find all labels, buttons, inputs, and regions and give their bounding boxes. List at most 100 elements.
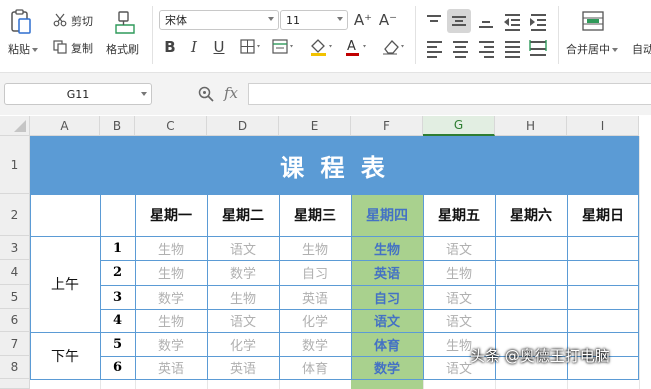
bold-button[interactable]: B xyxy=(161,37,179,57)
column-header-i[interactable]: I xyxy=(567,116,639,136)
table-border xyxy=(207,194,208,379)
column-header-e[interactable]: E xyxy=(279,116,351,136)
row-header-5[interactable]: 5 xyxy=(0,285,30,309)
merge-center-button[interactable]: 合并居中 xyxy=(566,41,618,57)
schedule-cell[interactable]: 生物 xyxy=(279,236,351,260)
clear-format-icon[interactable] xyxy=(380,37,408,57)
schedule-cell[interactable]: 生物 xyxy=(207,285,279,309)
schedule-cell[interactable]: 英语 xyxy=(351,260,423,285)
row-header-3[interactable]: 3 xyxy=(0,236,30,260)
column-header-d[interactable]: D xyxy=(207,116,279,136)
function-icon[interactable]: fx xyxy=(224,84,238,102)
table-border xyxy=(135,194,136,379)
weekday-header: 星期三 xyxy=(294,208,336,224)
weekday-header: 星期五 xyxy=(438,208,480,224)
row-header-1[interactable]: 1 xyxy=(0,136,30,194)
column-header-b[interactable]: B xyxy=(100,116,135,136)
borders-icon[interactable] xyxy=(238,37,264,57)
select-all-corner[interactable] xyxy=(0,116,30,136)
schedule-cell[interactable]: 生物 xyxy=(423,260,495,285)
table-border xyxy=(100,309,639,310)
schedule-cell[interactable]: 数学 xyxy=(351,356,423,379)
grow-font-icon[interactable]: A⁺ xyxy=(353,9,373,31)
name-box[interactable]: G11 xyxy=(4,83,152,105)
column-header-c[interactable]: C xyxy=(135,116,207,136)
schedule-cell[interactable]: 化学 xyxy=(279,309,351,332)
schedule-cell[interactable]: 生物 xyxy=(351,236,423,260)
distributed-align-icon[interactable] xyxy=(527,38,549,58)
table-border xyxy=(100,260,639,261)
schedule-cell[interactable]: 体育 xyxy=(279,356,351,379)
chevron-down-icon xyxy=(268,17,274,21)
align-right-icon[interactable] xyxy=(475,38,497,58)
format-painter-icon[interactable] xyxy=(111,10,139,36)
align-middle-icon[interactable] xyxy=(447,9,471,33)
zoom-formula-icon[interactable] xyxy=(196,85,216,103)
increase-indent-icon[interactable] xyxy=(527,10,549,32)
schedule-cell[interactable]: 英语 xyxy=(279,285,351,309)
row-header-8[interactable]: 8 xyxy=(0,356,30,379)
spreadsheet-grid: ABCDEFGHI12345678课 程 表星期一 星期二 星期三 星期四 星期五 星期六… xyxy=(0,116,651,389)
cell-style-icon[interactable] xyxy=(270,37,298,57)
schedule-cell[interactable]: 英语 xyxy=(207,356,279,379)
row-header-7[interactable]: 7 xyxy=(0,332,30,356)
merge-center-icon[interactable] xyxy=(582,10,604,32)
shrink-font-icon[interactable]: A⁻ xyxy=(378,9,398,31)
paste-button[interactable]: 粘贴 xyxy=(8,41,38,57)
font-color-glyph: A xyxy=(347,39,356,54)
cut-button[interactable]: 剪切 xyxy=(71,13,93,29)
table-border xyxy=(30,236,639,237)
schedule-cell[interactable]: 数学 xyxy=(135,332,207,356)
table-border xyxy=(279,194,280,379)
row-header-9[interactable] xyxy=(0,379,30,389)
copy-button[interactable]: 复制 xyxy=(71,40,93,56)
schedule-cell[interactable]: 英语 xyxy=(135,356,207,379)
schedule-cell[interactable]: 语文 xyxy=(207,236,279,260)
format-painter-button[interactable]: 格式刷 xyxy=(106,41,139,57)
wrap-text-button[interactable]: 自动 xyxy=(632,41,651,57)
row-header-2[interactable]: 2 xyxy=(0,194,30,236)
align-bottom-icon[interactable] xyxy=(475,10,497,32)
italic-button[interactable]: I xyxy=(185,37,203,57)
schedule-cell[interactable]: 语文 xyxy=(207,309,279,332)
font-color-icon[interactable]: A xyxy=(343,37,371,57)
underline-button[interactable]: U xyxy=(210,37,228,57)
schedule-cell[interactable]: 数学 xyxy=(207,260,279,285)
font-size-select[interactable]: 11 xyxy=(280,10,348,30)
column-header-f[interactable]: F xyxy=(351,116,423,136)
decrease-indent-icon[interactable] xyxy=(501,10,523,32)
schedule-cell[interactable]: 生物 xyxy=(135,260,207,285)
schedule-cell[interactable]: 数学 xyxy=(279,332,351,356)
schedule-cell[interactable]: 化学 xyxy=(207,332,279,356)
schedule-cell[interactable]: 语文 xyxy=(423,236,495,260)
ribbon-separator xyxy=(415,6,416,64)
schedule-cell[interactable]: 语文 xyxy=(423,285,495,309)
table-border xyxy=(30,332,639,333)
schedule-cell[interactable]: 自习 xyxy=(351,285,423,309)
column-header-h[interactable]: H xyxy=(495,116,567,136)
align-top-icon[interactable] xyxy=(423,10,445,32)
fill-color-icon[interactable] xyxy=(308,37,336,57)
column-header-g[interactable]: G xyxy=(423,116,495,136)
row-header-4[interactable]: 4 xyxy=(0,260,30,285)
row-header-6[interactable]: 6 xyxy=(0,309,30,332)
schedule-cell[interactable]: 数学 xyxy=(135,285,207,309)
align-center-icon[interactable] xyxy=(449,38,471,58)
column-header-a[interactable]: A xyxy=(30,116,100,136)
align-left-icon[interactable] xyxy=(423,38,445,58)
morning-label: 上午 xyxy=(51,277,79,293)
scissors-icon xyxy=(52,12,68,28)
schedule-cell[interactable]: 体育 xyxy=(351,332,423,356)
schedule-cell[interactable]: 生物 xyxy=(135,236,207,260)
schedule-cell[interactable]: 语文 xyxy=(423,309,495,332)
schedule-cell[interactable]: 生物 xyxy=(135,309,207,332)
paste-icon[interactable] xyxy=(6,8,36,36)
justify-icon[interactable] xyxy=(501,38,523,58)
font-name-value: 宋体 xyxy=(165,14,187,27)
schedule-cell[interactable]: 语文 xyxy=(351,309,423,332)
weekday-header: 星期日 xyxy=(582,208,624,224)
formula-input[interactable] xyxy=(248,83,651,105)
font-name-select[interactable]: 宋体 xyxy=(159,10,279,30)
schedule-cell[interactable]: 自习 xyxy=(279,260,351,285)
table-border xyxy=(100,194,101,379)
